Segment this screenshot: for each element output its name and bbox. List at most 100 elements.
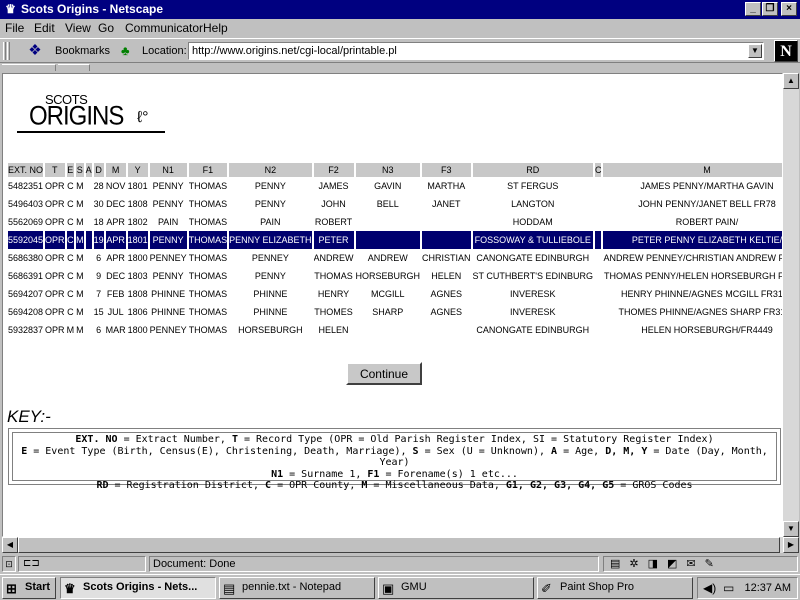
minimize-button[interactable]: _: [745, 2, 761, 16]
column-header: F2: [313, 163, 354, 177]
table-cell: OPR: [45, 289, 65, 299]
scroll-left-icon[interactable]: ◀: [2, 537, 18, 553]
start-button[interactable]: ⊞ Start: [2, 577, 56, 599]
task-label: Scots Origins - Nets...: [83, 581, 198, 593]
table-cell: HENRY: [317, 289, 350, 299]
table-cell: THOMAS: [188, 231, 228, 249]
table-cell: C: [66, 231, 75, 249]
bookmarks-icon[interactable]: ❖: [22, 41, 48, 61]
scroll-up-icon[interactable]: ▲: [783, 73, 799, 89]
scroll-right-icon[interactable]: ▶: [783, 537, 799, 553]
close-button[interactable]: ×: [781, 2, 797, 16]
menu-file[interactable]: File: [5, 21, 24, 35]
table-cell: [86, 177, 92, 195]
key-definition: = Sex (U = Unknown),: [418, 445, 552, 457]
table-cell: 5686391: [8, 271, 44, 281]
key-line: RD = Registration District, C = OPR Coun…: [13, 480, 776, 492]
continue-button[interactable]: Continue: [346, 362, 422, 385]
table-cell: [86, 285, 92, 303]
security-lock-icon[interactable]: ⊡: [2, 556, 16, 572]
collapsed-toolbar-tab[interactable]: [2, 64, 56, 71]
menu-edit[interactable]: Edit: [34, 21, 55, 35]
table-cell: C: [67, 217, 74, 227]
task-label: Paint Shop Pro: [560, 581, 634, 593]
table-cell: PENNEY: [149, 325, 187, 335]
table-row: 5932837 OPR M M 6 MAR 1800 PENNEY THOMAS HORSEBUR…: [8, 321, 782, 339]
netscape-window-icon[interactable]: ♛: [3, 2, 18, 17]
scroll-down-icon[interactable]: ▼: [783, 521, 799, 537]
task-gmu[interactable]: ▣ GMU: [378, 577, 534, 599]
column-header: T: [45, 163, 65, 177]
table-cell: 5562069: [8, 217, 44, 227]
table-cell: M: [76, 199, 84, 209]
table-cell: PENNY: [152, 271, 184, 281]
table-cell: JANET: [432, 199, 461, 209]
table-cell: 18: [93, 217, 104, 227]
table-cell: PHINNE: [253, 289, 288, 299]
toolbar-grip[interactable]: [3, 42, 6, 60]
table-cell: ANDREW PENNEY/CHRISTIAN ANDREW FR3212: [603, 253, 782, 263]
horizontal-scroll-thumb[interactable]: [18, 537, 780, 553]
table-cell: JUL: [107, 307, 124, 317]
url-field[interactable]: http://www.origins.net/cgi-local/printab…: [188, 42, 764, 60]
table-cell: THOMAS: [188, 271, 228, 281]
table-cell: JOHN PENNY/JANET BELL FR78: [638, 199, 776, 209]
table-cell: 1800: [127, 253, 148, 263]
table-cell: [86, 249, 92, 267]
toolbar-grip[interactable]: [7, 42, 10, 60]
table-cell: 5694208: [8, 307, 44, 317]
table-cell: PAIN: [157, 217, 179, 227]
table-cell: OPR: [45, 231, 65, 249]
table-cell: C: [67, 199, 74, 209]
table-cell: THOMAS: [188, 253, 228, 263]
table-cell: [86, 321, 92, 339]
table-cell: M: [76, 217, 84, 227]
table-cell: DEC: [106, 199, 126, 209]
task-netscape[interactable]: ♛ Scots Origins - Nets...: [60, 577, 216, 599]
key-definition: = Age,: [557, 445, 606, 457]
table-cell: ST FERGUS: [507, 181, 559, 191]
horizontal-scrollbar[interactable]: ◀ ▶: [2, 537, 799, 553]
collapsed-toolbar-tab[interactable]: [58, 64, 90, 71]
windows-logo-icon: ⊞: [6, 581, 17, 596]
maximize-button[interactable]: ❐: [762, 2, 778, 16]
location-icon[interactable]: ♣: [121, 43, 130, 58]
scots-origins-logo: SCOTS ORIGINS ℓ°: [15, 92, 167, 134]
task-paint-shop-pro[interactable]: ✐ Paint Shop Pro: [537, 577, 693, 599]
table-cell: ROBERT: [314, 217, 353, 227]
component-bar-icons[interactable]: ▤✲◨◩✉✎: [603, 556, 798, 572]
table-cell: AGNES: [430, 307, 463, 317]
table-cell: BELL: [376, 199, 399, 209]
volume-icon[interactable]: ◀): [703, 581, 716, 595]
netscape-logo[interactable]: N: [774, 40, 798, 62]
table-cell: 1801: [127, 231, 148, 249]
menu-bar: File Edit View Go Communicator Help: [0, 19, 800, 38]
key-definition: = Record Type (OPR = Old Parish Register…: [237, 434, 714, 445]
vertical-scrollbar[interactable]: ▲ ▼: [783, 73, 799, 537]
clock[interactable]: 12:37 AM: [745, 582, 791, 594]
table-cell: 15: [93, 307, 104, 317]
column-header: EXT. NO: [8, 163, 44, 177]
table-cell: 5686380: [8, 253, 44, 263]
tray-device-icon[interactable]: ▭: [723, 581, 734, 595]
table-cell: M: [76, 325, 84, 335]
table-header-row: EXT. NOTESADMYN1F1N2F2N3F3RDCMG1G2: [8, 163, 782, 177]
table-cell: 1802: [127, 217, 148, 227]
table-cell: C: [67, 271, 74, 281]
key-legend: EXT. NO = Extract Number, T = Record Typ…: [12, 432, 777, 491]
table-cell: THOMAS: [188, 289, 228, 299]
menu-help[interactable]: Help: [203, 21, 228, 35]
menu-communicator[interactable]: Communicator: [125, 21, 203, 35]
table-cell: C: [67, 289, 74, 299]
location-label: Location:: [142, 45, 187, 57]
menu-view[interactable]: View: [65, 21, 91, 35]
status-bar: ⊡ ⊏⊐ Document: Done ▤✲◨◩✉✎: [0, 554, 800, 574]
table-cell: FOSSOWAY & TULLIEBOLE: [472, 231, 593, 249]
key-definition: = Registration District,: [108, 480, 266, 491]
bookmarks-button[interactable]: Bookmarks: [55, 45, 110, 57]
url-dropdown-icon[interactable]: ▼: [748, 44, 762, 58]
title-bar: ♛ Scots Origins - Netscape _ ❐ ×: [0, 0, 800, 19]
table-row: 5694208 OPR C M 15 JUL 1806 PHINNE THOMAS PHINNE T…: [8, 303, 782, 321]
menu-go[interactable]: Go: [98, 21, 114, 35]
task-notepad[interactable]: ▤ pennie.txt - Notepad: [219, 577, 375, 599]
